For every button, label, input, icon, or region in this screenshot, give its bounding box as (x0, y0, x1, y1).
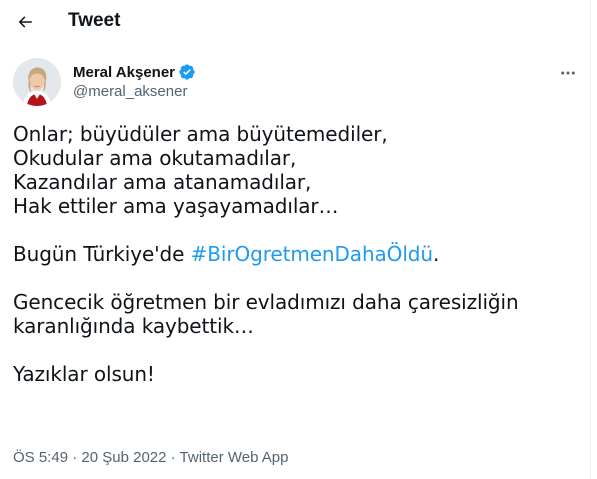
author-name[interactable]: Meral Akşener (73, 64, 175, 81)
meta-separator: · (72, 449, 78, 466)
tweet-page: Tweet Meral Akşener @meral_aksener Onlar… (0, 0, 591, 479)
tweet-line: Onlar; büyüdüler ama büyütemediler, (13, 122, 388, 146)
avatar[interactable] (13, 58, 61, 106)
author-handle[interactable]: @meral_aksener (73, 83, 196, 100)
more-horizontal-icon (561, 71, 575, 75)
tweet-time[interactable]: ÖS 5:49 (13, 449, 68, 466)
tweet-line: Gencecik öğretmen bir evladımızı daha ça… (13, 290, 519, 314)
back-button[interactable] (9, 6, 41, 38)
tweet-author: Meral Akşener @meral_aksener (73, 62, 196, 100)
tweet-line: Kazandılar ama atanamadılar, (13, 170, 312, 194)
verified-badge-icon (179, 64, 195, 80)
tweet-text-segment: . (432, 242, 440, 266)
hashtag-link[interactable]: #BirOgretmenDahaÖldü (191, 242, 433, 266)
tweet-text-segment: Bugün Türkiye'de (13, 242, 191, 266)
tweet-line: Hak ettiler ama yaşayamadılar… (13, 194, 339, 218)
meta-separator: · (170, 449, 176, 466)
tweet-line: karanlığında kaybettik… (13, 314, 254, 338)
tweet-date[interactable]: 20 Şub 2022 (81, 449, 166, 466)
arrow-left-icon (18, 16, 32, 28)
page-title: Tweet (68, 10, 121, 31)
tweet-paragraph-2: Bugün Türkiye'de #BirOgretmenDahaÖldü. (13, 242, 583, 266)
avatar-image (13, 58, 61, 106)
page-header: Tweet (0, 0, 591, 44)
tweet-line: Yazıklar olsun! (13, 362, 155, 386)
tweet-line: Okudular ama okutamadılar, (13, 146, 297, 170)
tweet-text: Onlar; büyüdüler ama büyütemediler, Okud… (13, 122, 583, 386)
tweet-metadata: ÖS 5:49 · 20 Şub 2022 · Twitter Web App (13, 449, 289, 466)
more-options-button[interactable] (555, 60, 581, 86)
tweet-source[interactable]: Twitter Web App (180, 449, 289, 466)
